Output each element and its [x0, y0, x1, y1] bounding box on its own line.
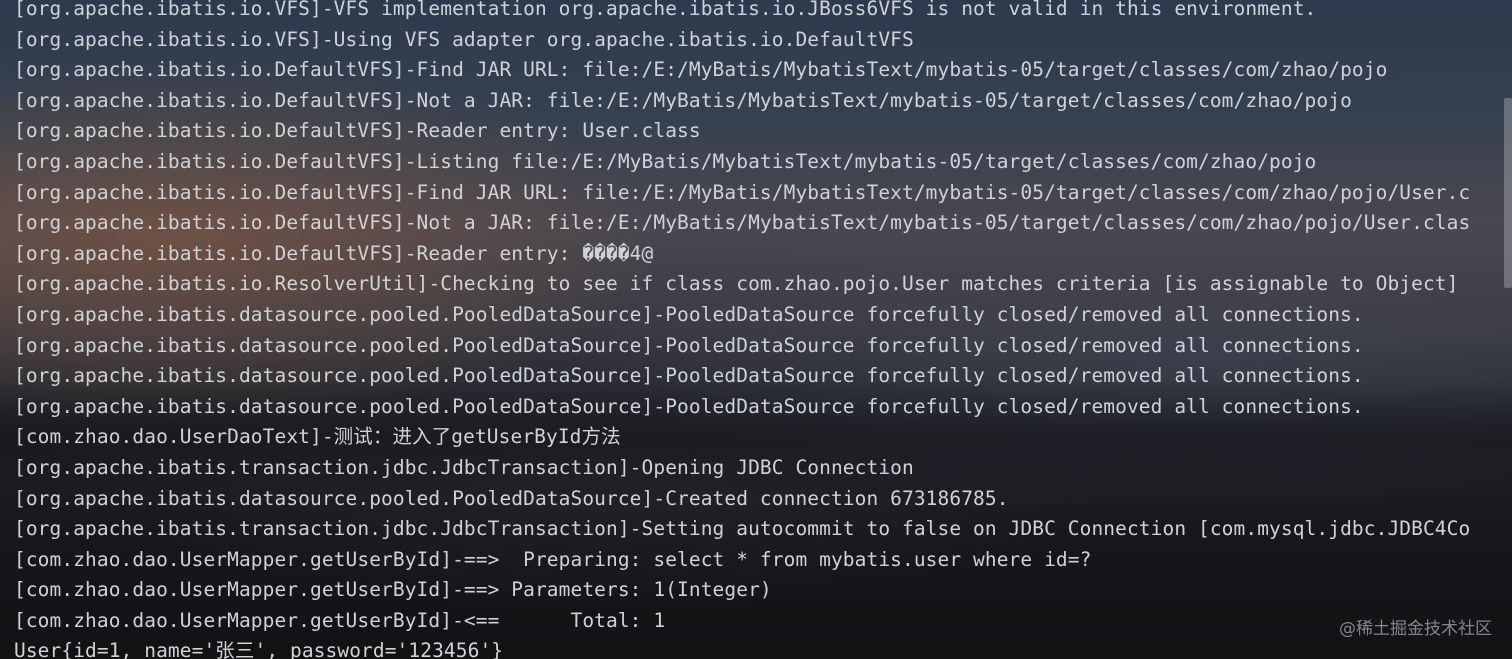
- console-line: [com.zhao.dao.UserMapper.getUserById]-==…: [14, 578, 772, 602]
- console-line: User{id=1, name='张三', password='123456'}: [14, 639, 504, 659]
- console-output: [org.apache.ibatis.io.VFS]-VFS implement…: [14, 0, 1512, 659]
- console-line: [org.apache.ibatis.io.DefaultVFS]-Find J…: [14, 58, 1388, 82]
- console-line: [org.apache.ibatis.io.DefaultVFS]-Not a …: [14, 211, 1471, 235]
- console-line: [org.apache.ibatis.io.DefaultVFS]-Find J…: [14, 180, 1471, 204]
- console-line: [org.apache.ibatis.datasource.pooled.Poo…: [14, 302, 1364, 326]
- console-line: [com.zhao.dao.UserMapper.getUserById]-<=…: [14, 608, 666, 632]
- watermark-text: @稀土掘金技术社区: [1339, 619, 1492, 639]
- console-line: [org.apache.ibatis.datasource.pooled.Poo…: [14, 486, 1009, 510]
- console-line: [org.apache.ibatis.datasource.pooled.Poo…: [14, 333, 1364, 357]
- console-line: [org.apache.ibatis.io.DefaultVFS]-Reader…: [14, 241, 654, 265]
- console-line: [org.apache.ibatis.datasource.pooled.Poo…: [14, 394, 1364, 418]
- console-line: [org.apache.ibatis.io.DefaultVFS]-Reader…: [14, 119, 701, 143]
- console-line: [org.apache.ibatis.io.VFS]-Using VFS ada…: [14, 27, 914, 51]
- console-line: [org.apache.ibatis.transaction.jdbc.Jdbc…: [14, 517, 1471, 541]
- console-line: [org.apache.ibatis.io.DefaultVFS]-Listin…: [14, 149, 1317, 173]
- console-line: [com.zhao.dao.UserMapper.getUserById]-==…: [14, 547, 1092, 571]
- console-line: [org.apache.ibatis.io.ResolverUtil]-Chec…: [14, 272, 1459, 296]
- console-line: [org.apache.ibatis.datasource.pooled.Poo…: [14, 364, 1364, 388]
- console-line: [com.zhao.dao.UserDaoText]-测试：进入了getUser…: [14, 425, 621, 449]
- console-line: [org.apache.ibatis.io.VFS]-VFS implement…: [14, 0, 1317, 20]
- console-line: [org.apache.ibatis.io.DefaultVFS]-Not a …: [14, 88, 1352, 112]
- console-line: [org.apache.ibatis.transaction.jdbc.Jdbc…: [14, 455, 914, 479]
- vertical-scrollbar[interactable]: [1504, 98, 1512, 288]
